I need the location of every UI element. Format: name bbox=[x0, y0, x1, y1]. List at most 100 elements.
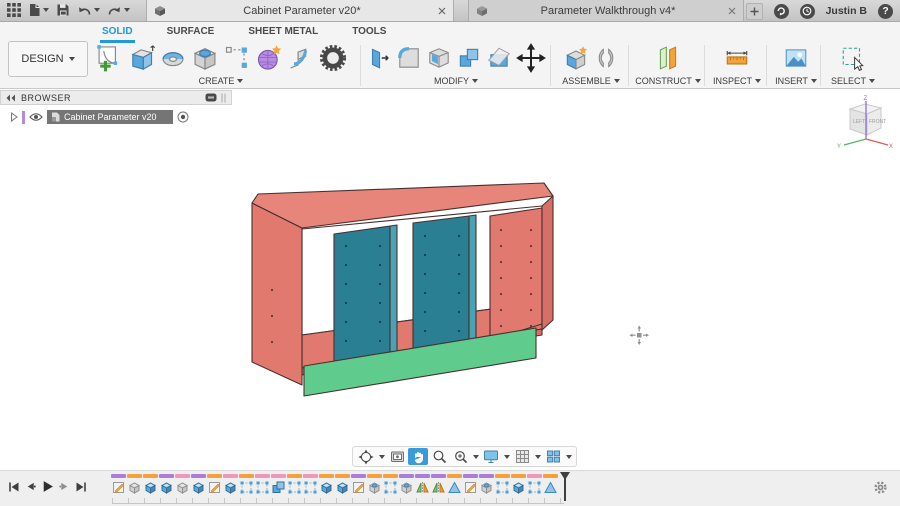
form-icon[interactable] bbox=[255, 44, 283, 72]
browser-document-item[interactable]: Cabinet Parameter v20 bbox=[47, 110, 173, 124]
timeline-item-extrude[interactable] bbox=[334, 474, 350, 494]
orbit-dropdown-caret[interactable] bbox=[377, 454, 386, 459]
timeline-settings-gear-icon[interactable] bbox=[873, 480, 888, 495]
timeline-item-triangle[interactable] bbox=[542, 474, 558, 494]
timeline-item-pattern[interactable] bbox=[526, 474, 542, 494]
create-sketch-icon[interactable] bbox=[95, 44, 123, 72]
zoom-dropdown-caret[interactable] bbox=[471, 454, 480, 459]
viewcube-front-label[interactable]: FRONT bbox=[869, 119, 886, 125]
viewports-dropdown-caret[interactable] bbox=[564, 454, 573, 459]
zoom-button[interactable] bbox=[429, 448, 449, 465]
disclosure-triangle-icon[interactable] bbox=[10, 112, 18, 122]
activate-component-radio-icon[interactable] bbox=[177, 111, 189, 123]
step-forward-button[interactable] bbox=[59, 481, 70, 492]
help-icon[interactable]: ? bbox=[878, 3, 893, 19]
browser-filter-icon[interactable] bbox=[205, 93, 217, 102]
timeline-item-sketch[interactable] bbox=[110, 474, 126, 494]
group-label-construct[interactable]: CONSTRUCT bbox=[634, 76, 702, 86]
browser-root-node[interactable]: Cabinet Parameter v20 bbox=[10, 110, 189, 124]
timeline-item-hole[interactable] bbox=[366, 474, 382, 494]
timeline-item-extrude[interactable] bbox=[318, 474, 334, 494]
display-settings-button[interactable] bbox=[481, 448, 501, 465]
viewcube-left-label[interactable]: LEFT bbox=[853, 119, 865, 125]
timeline-item-pattern[interactable] bbox=[286, 474, 302, 494]
split-body-icon[interactable] bbox=[486, 45, 512, 71]
timeline-item-sketch[interactable] bbox=[350, 474, 366, 494]
timeline-item-box[interactable] bbox=[174, 474, 190, 494]
new-document-button[interactable] bbox=[745, 2, 763, 20]
shell-icon[interactable] bbox=[426, 45, 452, 71]
group-label-select[interactable]: SELECT bbox=[826, 76, 880, 86]
collapse-panel-icon[interactable] bbox=[6, 94, 16, 102]
pan-button[interactable] bbox=[408, 448, 428, 465]
timeline-item-pattern[interactable] bbox=[382, 474, 398, 494]
skip-to-start-button[interactable] bbox=[8, 481, 20, 493]
group-label-insert[interactable]: INSERT bbox=[770, 76, 822, 86]
display-dropdown-caret[interactable] bbox=[502, 454, 511, 459]
fillet-icon[interactable] bbox=[396, 45, 422, 71]
move-copy-icon[interactable] bbox=[516, 42, 546, 73]
timeline-item-extrude[interactable] bbox=[142, 474, 158, 494]
grid-dropdown-caret[interactable] bbox=[533, 454, 542, 459]
visibility-eye-icon[interactable] bbox=[29, 112, 43, 122]
measure-icon[interactable] bbox=[724, 45, 750, 71]
browser-panel-header[interactable]: BROWSER bbox=[0, 90, 232, 105]
timeline-item-box[interactable] bbox=[126, 474, 142, 494]
timeline-item-mirror[interactable] bbox=[430, 474, 446, 494]
timeline-item-pattern[interactable] bbox=[254, 474, 270, 494]
user-name[interactable]: Justin B bbox=[826, 5, 867, 17]
viewports-button[interactable] bbox=[543, 448, 563, 465]
look-at-button[interactable] bbox=[387, 448, 407, 465]
document-tab-active[interactable]: Cabinet Parameter v20* bbox=[146, 0, 454, 21]
timeline-item-pattern[interactable] bbox=[494, 474, 510, 494]
timeline-item-extrude[interactable] bbox=[222, 474, 238, 494]
timeline-item-pattern[interactable] bbox=[238, 474, 254, 494]
zoom-window-button[interactable] bbox=[450, 448, 470, 465]
save-icon[interactable] bbox=[56, 3, 70, 17]
notifications-clock-icon[interactable] bbox=[799, 3, 815, 19]
view-cube[interactable]: LEFT FRONT Z X Y bbox=[836, 94, 894, 152]
timeline-item-extrude[interactable] bbox=[190, 474, 206, 494]
timeline-item-hole[interactable] bbox=[478, 474, 494, 494]
press-pull-icon[interactable] bbox=[366, 45, 392, 71]
skip-to-end-button[interactable] bbox=[75, 481, 87, 493]
group-label-create[interactable]: CREATE bbox=[90, 76, 352, 86]
select-icon[interactable] bbox=[840, 45, 866, 71]
step-back-button[interactable] bbox=[25, 481, 36, 492]
app-launcher-icon[interactable] bbox=[7, 3, 21, 17]
close-tab-icon[interactable] bbox=[728, 7, 736, 15]
revolve-icon[interactable] bbox=[159, 44, 187, 72]
timeline-item-sketch[interactable] bbox=[462, 474, 478, 494]
group-label-modify[interactable]: MODIFY bbox=[366, 76, 546, 86]
sweep-icon[interactable] bbox=[287, 44, 315, 72]
play-button[interactable] bbox=[41, 480, 54, 493]
timeline-item-triangle[interactable] bbox=[446, 474, 462, 494]
pattern-icon[interactable] bbox=[223, 44, 251, 72]
document-tab-inactive[interactable]: Parameter Walkthrough v4* bbox=[468, 0, 744, 21]
job-status-icon[interactable] bbox=[773, 3, 789, 19]
file-menu-icon[interactable] bbox=[28, 3, 49, 17]
timeline-playhead[interactable] bbox=[560, 472, 570, 501]
extrude-icon[interactable] bbox=[127, 44, 155, 72]
timeline-item-combine[interactable] bbox=[270, 474, 286, 494]
grid-settings-button[interactable] bbox=[512, 448, 532, 465]
close-tab-icon[interactable] bbox=[438, 7, 446, 15]
joint-icon[interactable] bbox=[593, 45, 619, 71]
thread-icon[interactable] bbox=[319, 44, 347, 72]
panel-grip-icon[interactable] bbox=[221, 93, 226, 103]
undo-icon[interactable] bbox=[77, 4, 100, 17]
group-label-inspect[interactable]: INSPECT bbox=[708, 76, 766, 86]
new-component-icon[interactable] bbox=[563, 45, 589, 71]
model-cabinet[interactable] bbox=[240, 172, 570, 402]
timeline-item-extrude[interactable] bbox=[158, 474, 174, 494]
timeline-item-mirror[interactable] bbox=[414, 474, 430, 494]
redo-icon[interactable] bbox=[107, 4, 130, 17]
construct-plane-icon[interactable] bbox=[655, 45, 681, 71]
hole-icon[interactable] bbox=[191, 44, 219, 72]
orbit-button[interactable] bbox=[356, 448, 376, 465]
workspace-selector[interactable]: DESIGN bbox=[8, 41, 88, 77]
combine-icon[interactable] bbox=[456, 45, 482, 71]
timeline-item-sketch[interactable] bbox=[206, 474, 222, 494]
insert-image-icon[interactable] bbox=[783, 45, 809, 71]
group-label-assemble[interactable]: ASSEMBLE bbox=[556, 76, 626, 86]
